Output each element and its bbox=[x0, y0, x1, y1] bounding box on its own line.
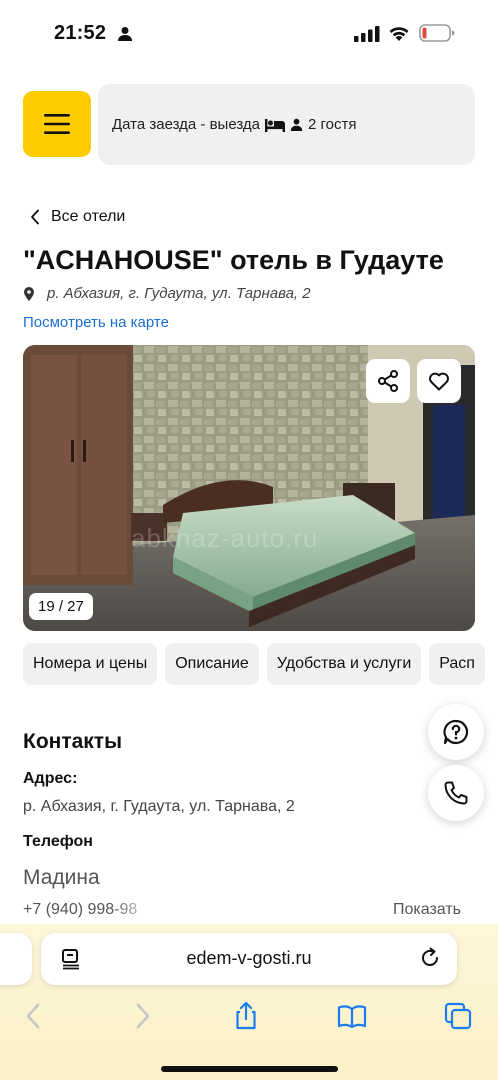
forward-icon[interactable] bbox=[127, 1001, 157, 1031]
dates-label: Дата заезда - выезда bbox=[112, 116, 260, 133]
phone-label: Телефон bbox=[23, 833, 93, 850]
section-tabs: Номера и цены Описание Удобства и услуги… bbox=[23, 643, 485, 685]
back-to-hotels-link[interactable]: Все отели bbox=[30, 208, 125, 226]
contacts-heading: Контакты bbox=[23, 730, 123, 753]
reload-icon[interactable] bbox=[419, 947, 441, 969]
status-bar: 21:52 bbox=[0, 0, 498, 66]
view-on-map-link[interactable]: Посмотреть на карте bbox=[23, 314, 169, 331]
signal-icon bbox=[354, 26, 380, 42]
hotel-photo[interactable]: abkhaz-auto.ru 19 / 27 bbox=[23, 345, 475, 631]
battery-low-icon bbox=[419, 24, 455, 42]
wifi-icon bbox=[389, 27, 409, 41]
location-pin-icon bbox=[24, 286, 34, 301]
tabs-icon[interactable] bbox=[443, 1001, 473, 1031]
chevron-left-icon bbox=[31, 209, 39, 225]
page-title: "ACHAHOUSE" отель в Гудауте bbox=[23, 245, 444, 275]
url-text: edem-v-gosti.ru bbox=[186, 948, 312, 968]
browser-toolbar: edem-v-gosti.ru bbox=[0, 924, 498, 1080]
bed-icon bbox=[265, 118, 285, 132]
photo-counter: 19 / 27 bbox=[29, 593, 93, 620]
back-label: Все отели bbox=[51, 208, 126, 225]
person-icon bbox=[290, 118, 303, 131]
menu-button[interactable] bbox=[23, 91, 91, 157]
guests-label: 2 гостя bbox=[308, 116, 357, 133]
previous-tab-pill[interactable] bbox=[0, 933, 32, 985]
tab-location[interactable]: Расп bbox=[429, 643, 485, 685]
home-indicator[interactable] bbox=[161, 1066, 338, 1072]
contact-name: Мадина bbox=[23, 866, 100, 889]
phone-number-masked: +7 (940) 998-98 bbox=[23, 901, 138, 918]
help-chat-icon bbox=[443, 719, 469, 745]
hotel-address: р. Абхазия, г. Гудаута, ул. Тарнава, 2 bbox=[24, 285, 311, 302]
hamburger-icon bbox=[44, 114, 70, 134]
bookmarks-icon[interactable] bbox=[337, 1001, 367, 1031]
show-phone-link[interactable]: Показать bbox=[393, 901, 461, 919]
heart-icon bbox=[429, 372, 449, 391]
call-button[interactable] bbox=[428, 765, 484, 821]
phone-icon bbox=[444, 781, 468, 805]
tab-description[interactable]: Описание bbox=[165, 643, 259, 685]
favorite-button[interactable] bbox=[417, 359, 461, 403]
share-button[interactable] bbox=[366, 359, 410, 403]
back-icon[interactable] bbox=[19, 1001, 49, 1031]
help-chat-button[interactable] bbox=[428, 704, 484, 760]
person-icon bbox=[118, 27, 132, 41]
address-value: р. Абхазия, г. Гудаута, ул. Тарнава, 2 bbox=[23, 798, 295, 815]
address-bar[interactable]: edem-v-gosti.ru bbox=[41, 933, 457, 985]
share-icon[interactable] bbox=[231, 1001, 261, 1031]
status-time: 21:52 bbox=[54, 22, 107, 44]
booking-search-box[interactable]: Дата заезда - выезда 2 гостя bbox=[98, 84, 475, 165]
photo-watermark: abkhaz-auto.ru bbox=[131, 523, 319, 553]
tab-rooms-prices[interactable]: Номера и цены bbox=[23, 643, 158, 685]
address-label: Адрес: bbox=[23, 770, 78, 787]
address-text: р. Абхазия, г. Гудаута, ул. Тарнава, 2 bbox=[47, 285, 311, 302]
tab-amenities[interactable]: Удобства и услуги bbox=[266, 643, 422, 685]
share-icon bbox=[378, 370, 398, 392]
